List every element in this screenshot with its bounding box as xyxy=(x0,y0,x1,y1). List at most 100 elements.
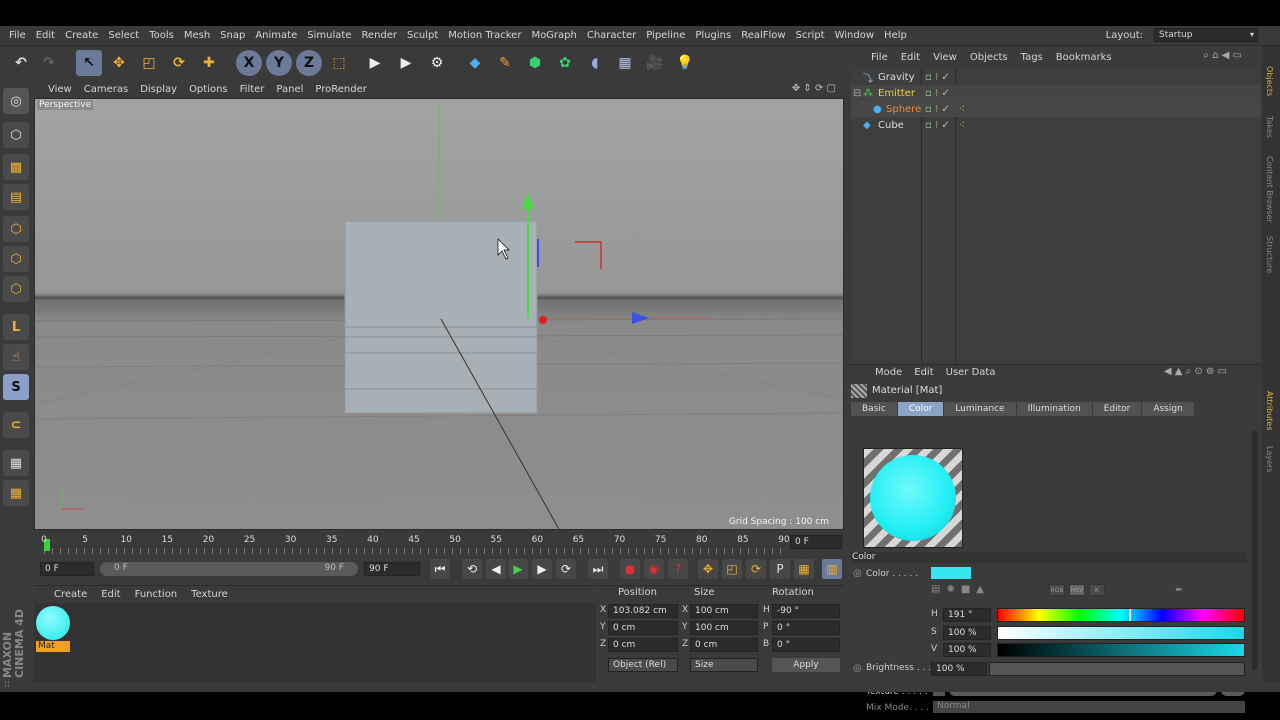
saturation-field[interactable]: 100 % xyxy=(943,626,991,640)
grid-snap-icon[interactable]: ▦ xyxy=(3,480,29,506)
object-menu-view[interactable]: View xyxy=(933,52,957,63)
rotation-field[interactable]: -90 ° xyxy=(772,604,840,618)
tweak-icon[interactable]: ☝ xyxy=(3,344,29,370)
pen-spline-icon[interactable]: ✎ xyxy=(492,50,518,76)
color-mode-rgb[interactable]: RGB xyxy=(1049,584,1065,596)
scale-icon[interactable]: ◰ xyxy=(136,50,162,76)
attribute-menu-mode[interactable]: Mode xyxy=(875,367,902,378)
subdivision-icon[interactable]: ⬢ xyxy=(522,50,548,76)
menu-animate[interactable]: Animate xyxy=(250,30,302,41)
collapse-icon[interactable]: ⊟ xyxy=(853,88,861,99)
hue-slider-handle[interactable] xyxy=(1129,609,1131,621)
menu-tools[interactable]: Tools xyxy=(144,30,179,41)
eyedropper-icon[interactable]: ✒ xyxy=(1175,585,1183,596)
render-picture-viewer-icon[interactable]: ▶ xyxy=(393,50,419,76)
menu-pipeline[interactable]: Pipeline xyxy=(641,30,690,41)
visibility-check-icon[interactable]: ▫ ⁝ ✓ xyxy=(925,88,950,99)
add-icon[interactable]: ✚ xyxy=(196,50,222,76)
render-view-icon[interactable]: ▶ xyxy=(362,50,388,76)
coordinate-system-icon[interactable]: ⬚ xyxy=(326,50,352,76)
light-icon[interactable]: 💡 xyxy=(672,50,698,76)
current-frame-field[interactable]: 0 F xyxy=(790,535,842,549)
position-field[interactable]: 0 cm xyxy=(608,621,678,635)
object-menu-objects[interactable]: Objects xyxy=(970,52,1008,63)
menu-select[interactable]: Select xyxy=(103,30,144,41)
cube-primitive-icon[interactable]: ◆ xyxy=(462,50,488,76)
axis-mode-icon[interactable]: L xyxy=(3,314,29,340)
visibility-check-icon[interactable]: ▫ ⁝ ✓ xyxy=(925,120,950,131)
floor-icon[interactable]: ▦ xyxy=(612,50,638,76)
viewport-menu-cameras[interactable]: Cameras xyxy=(84,84,128,95)
go-to-end-icon[interactable]: ⏭ xyxy=(588,559,608,579)
range-slider[interactable]: 0 F 90 F xyxy=(100,562,358,576)
menu-character[interactable]: Character xyxy=(582,30,641,41)
saturation-slider[interactable] xyxy=(997,626,1245,640)
axis-y-button[interactable]: Y xyxy=(266,50,292,76)
menu-script[interactable]: Script xyxy=(791,30,830,41)
brightness-field[interactable]: 100 % xyxy=(931,662,987,676)
viewport-menu-panel[interactable]: Panel xyxy=(276,84,303,95)
object-manager-nav-icon[interactable]: ⌕ ⌂ ◀ ▭ xyxy=(1203,50,1242,61)
attribute-scrollbar[interactable] xyxy=(1252,430,1258,670)
brightness-slider[interactable] xyxy=(989,662,1245,676)
workplane-lock-icon[interactable]: ▦ xyxy=(3,450,29,476)
live-selection-icon[interactable]: ↖ xyxy=(76,50,102,76)
hue-slider[interactable] xyxy=(997,608,1245,622)
menu-simulate[interactable]: Simulate xyxy=(302,30,356,41)
key-position-icon[interactable]: ✥ xyxy=(698,559,718,579)
tab-editor[interactable]: Editor xyxy=(1092,402,1142,416)
key-scale-icon[interactable]: ◰ xyxy=(722,559,742,579)
menu-snap[interactable]: Snap xyxy=(215,30,250,41)
tab-assign[interactable]: Assign xyxy=(1142,402,1194,416)
timeline-menu-icon[interactable]: ▥ xyxy=(822,559,842,579)
size-field[interactable]: 0 cm xyxy=(690,638,758,652)
key-pla-icon[interactable]: ▦ xyxy=(794,559,814,579)
menu-create[interactable]: Create xyxy=(60,30,103,41)
gizmo-y-arrow[interactable] xyxy=(522,193,534,209)
viewport-menu-view[interactable]: View xyxy=(48,84,72,95)
start-frame-field[interactable]: 0 F xyxy=(40,562,94,576)
model-mode-icon[interactable]: ◎ xyxy=(3,88,29,114)
menu-motion-tracker[interactable]: Motion Tracker xyxy=(443,30,526,41)
object-row-sphere[interactable]: ● Sphere ▫ ⁝ ✓ ⁖ xyxy=(851,101,1261,117)
workplane-icon[interactable]: ▤ xyxy=(3,184,29,210)
key-rotation-icon[interactable]: ⟳ xyxy=(746,559,766,579)
visibility-check-icon[interactable]: ▫ ⁝ ✓ xyxy=(925,72,950,83)
object-menu-tags[interactable]: Tags xyxy=(1021,52,1043,63)
solo-icon[interactable]: S xyxy=(3,374,29,400)
gizmo-red-plane[interactable] xyxy=(575,241,602,269)
attribute-menu-edit[interactable]: Edit xyxy=(914,367,933,378)
rotate-icon[interactable]: ⟳ xyxy=(166,50,192,76)
hue-field[interactable]: 191 ° xyxy=(943,608,991,622)
move-icon[interactable]: ✥ xyxy=(106,50,132,76)
menu-help[interactable]: Help xyxy=(879,30,912,41)
visibility-check-icon[interactable]: ▫ ⁝ ✓ xyxy=(925,104,950,115)
redo-icon[interactable]: ↷ xyxy=(36,50,62,76)
attribute-nav-icon[interactable]: ◀ ▲ ⌕ ⊙ ⊚ ▭ xyxy=(1164,366,1227,377)
material-swatch-mat[interactable]: Mat xyxy=(36,606,70,652)
viewport-nav-icon[interactable]: ✥ ⇕ ⟳ ▢ xyxy=(792,83,836,94)
side-tab-attributes[interactable]: Attributes xyxy=(1265,391,1274,431)
menu-realflow[interactable]: RealFlow xyxy=(736,30,790,41)
side-tab-takes[interactable]: Takes xyxy=(1265,116,1274,138)
object-menu-file[interactable]: File xyxy=(871,52,888,63)
mixmode-dropdown[interactable]: Normal xyxy=(933,701,1245,713)
layout-dropdown[interactable]: Startup xyxy=(1154,28,1258,42)
texture-mode-icon[interactable]: ▩ xyxy=(3,154,29,180)
coord-mode-dropdown[interactable]: Object (Rel) xyxy=(608,658,678,672)
menu-plugins[interactable]: Plugins xyxy=(690,30,736,41)
size-mode-dropdown[interactable]: Size xyxy=(690,658,758,672)
color-mode-k[interactable]: K xyxy=(1089,584,1105,596)
menu-file[interactable]: File xyxy=(4,30,31,41)
rotation-field[interactable]: 0 ° xyxy=(772,638,840,652)
material-menu-function[interactable]: Function xyxy=(135,589,178,600)
camera-icon[interactable]: 🎥 xyxy=(642,50,668,76)
snap-icon[interactable]: ⊂ xyxy=(3,412,29,438)
tab-illumination[interactable]: Illumination xyxy=(1016,402,1092,416)
undo-icon[interactable]: ↶ xyxy=(8,50,34,76)
next-key-icon[interactable]: ⟳ xyxy=(556,559,576,579)
value-slider[interactable] xyxy=(997,643,1245,657)
color-mode-hsv[interactable]: HSV xyxy=(1069,584,1085,596)
material-menu-edit[interactable]: Edit xyxy=(101,589,120,600)
object-menu-bookmarks[interactable]: Bookmarks xyxy=(1056,52,1112,63)
